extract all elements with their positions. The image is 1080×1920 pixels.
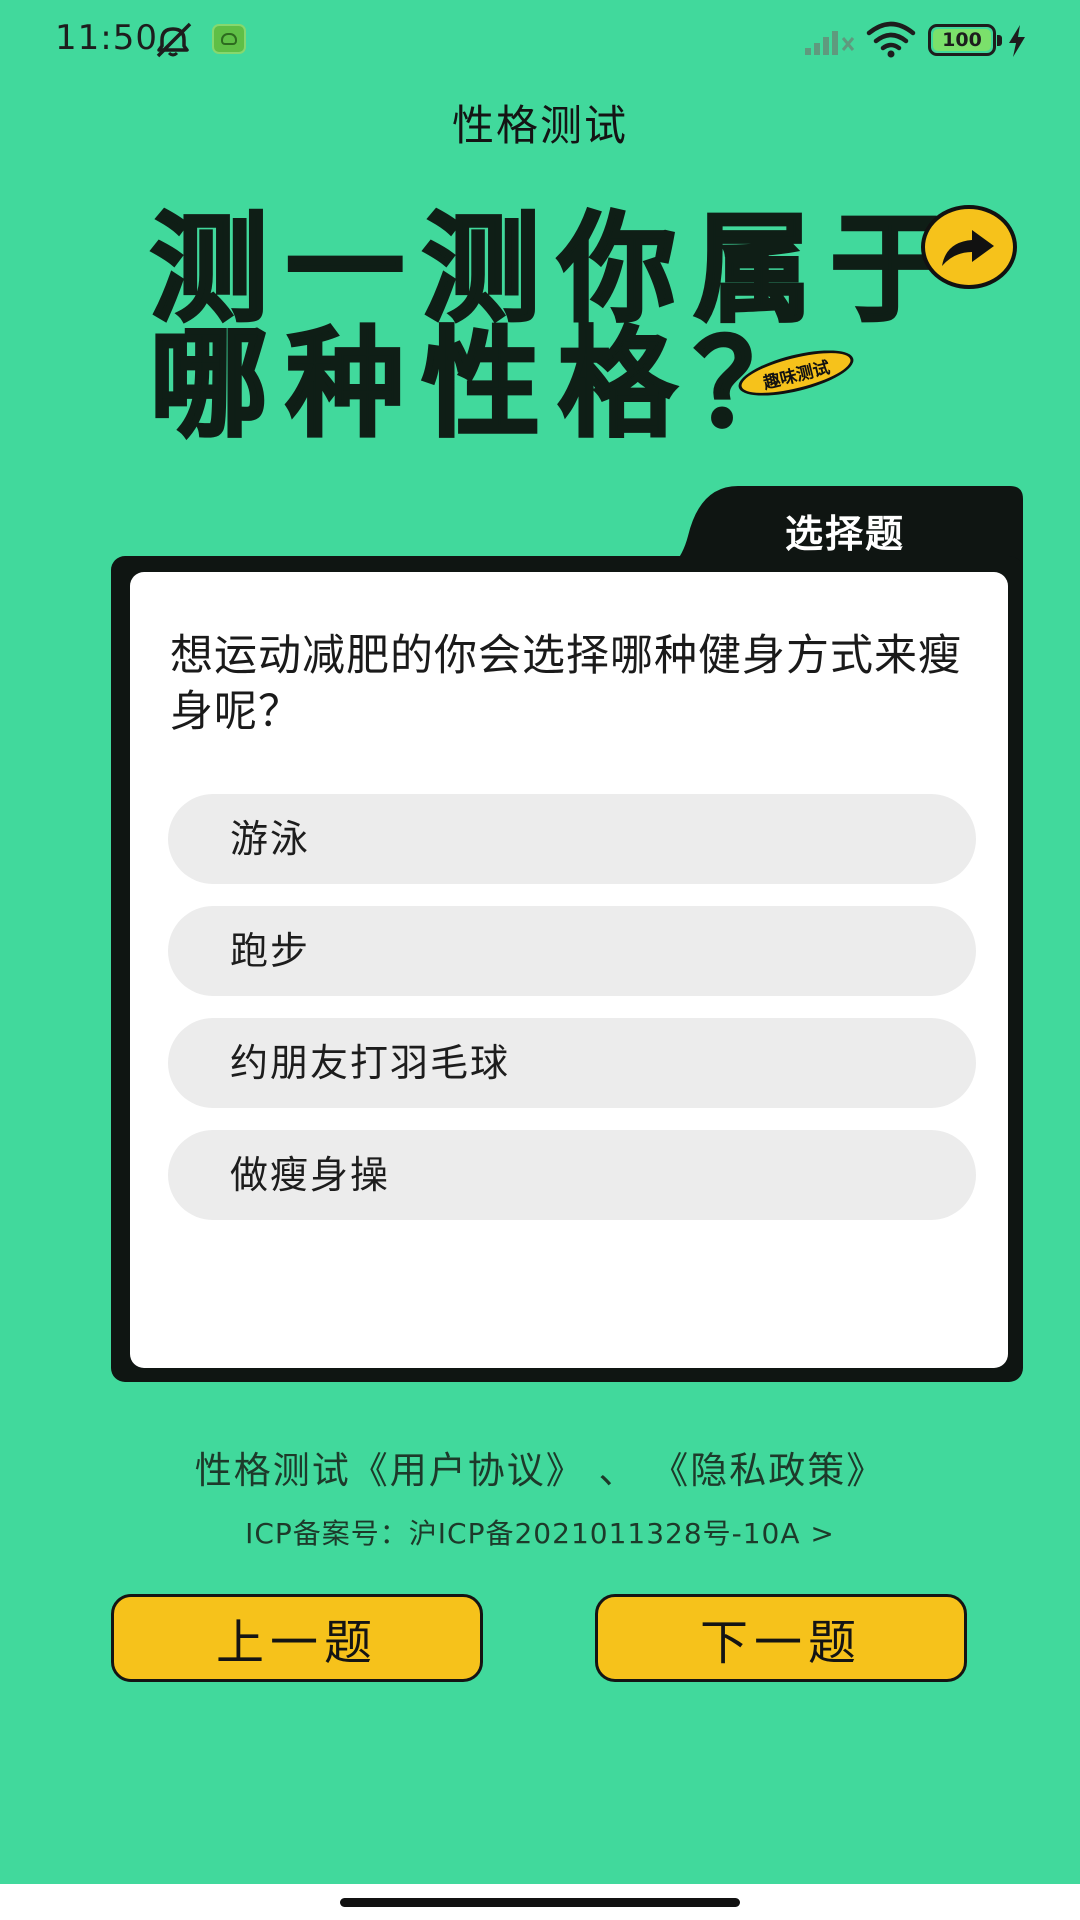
app-icon [212,24,246,54]
page-title: 性格测试 [451,101,628,150]
privacy-policy-link[interactable]: 《隐私政策》 [651,1449,885,1492]
icp-record-link[interactable]: ICP备案号：沪ICP备2021011328号-10A > [0,1512,1080,1552]
previous-question-button[interactable]: 上一题 [111,1594,483,1682]
battery-icon: 100 [928,24,996,56]
answer-option-label: 游泳 [230,817,311,861]
wifi-icon [866,21,916,58]
agreement-line: 性格测试《用户协议》 、 《隐私政策》 [0,1440,1080,1494]
hero-title-line-2: 哪种性格？ [148,315,831,453]
user-agreement-link[interactable]: 《用户协议》 [351,1449,585,1492]
answer-option-label: 跑步 [230,929,311,973]
home-indicator[interactable] [340,1898,740,1907]
status-bar: 11:50 100 [0,0,1080,80]
share-arrow-icon [921,205,1017,289]
answer-option-label: 约朋友打羽毛球 [230,1041,511,1085]
question-type-label: 选择题 [785,512,906,556]
signal-icon [805,31,855,55]
screen: 11:50 100 性格测试 测一测你属于 哪种性格？ 趣味测试 选择题 想运动… [0,0,1080,1920]
question-text: 想运动减肥的你会选择哪种健身方式来瘦身呢？ [170,631,962,737]
answer-option-4[interactable]: 做瘦身操 [168,1130,976,1220]
answer-option-1[interactable]: 游泳 [168,794,976,884]
charging-bolt-icon [1009,25,1025,57]
battery-percent: 100 [942,29,982,51]
battery-cap [997,35,1002,46]
question-card: 想运动减肥的你会选择哪种健身方式来瘦身呢？ 游泳 跑步 约朋友打羽毛球 做瘦身操 [130,572,1008,1368]
answer-option-label: 做瘦身操 [230,1153,391,1197]
answer-option-3[interactable]: 约朋友打羽毛球 [168,1018,976,1108]
next-question-button[interactable]: 下一题 [595,1594,967,1682]
status-time: 11:50 [55,18,158,58]
agreement-separator: 、 [598,1449,638,1492]
hero-title-line-1: 测一测你属于 [148,200,967,338]
agreement-prefix: 性格测试 [194,1449,351,1492]
mute-icon [156,22,192,58]
answer-option-2[interactable]: 跑步 [168,906,976,996]
